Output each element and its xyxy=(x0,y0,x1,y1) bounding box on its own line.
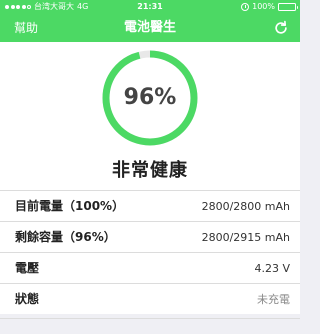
battery-percent: 100% xyxy=(252,2,275,11)
footer-area xyxy=(0,318,300,334)
detail-label: 剩餘容量（96%） xyxy=(15,230,116,244)
battery-percent-display: 96% xyxy=(123,85,177,110)
detail-row-voltage: 電壓 4.23 V xyxy=(0,252,300,283)
detail-value: 未充電 xyxy=(257,293,290,306)
battery-icon xyxy=(278,3,298,11)
detail-row-remaining-capacity: 剩餘容量（96%） 2800/2915 mAh xyxy=(0,221,300,252)
detail-value: 2800/2800 mAh xyxy=(201,200,290,213)
battery-summary: 96% 非常健康 xyxy=(0,42,300,190)
refresh-icon[interactable] xyxy=(272,19,290,37)
detail-row-current-charge: 目前電量（100%） 2800/2800 mAh xyxy=(0,190,300,221)
page-title: 電池醫生 xyxy=(123,20,176,35)
details-list: 目前電量（100%） 2800/2800 mAh 剩餘容量（96%） 2800/… xyxy=(0,190,300,314)
status-right: 100% xyxy=(241,0,298,14)
nav-bar: 幫助 電池醫生 xyxy=(0,14,300,42)
detail-value: 4.23 V xyxy=(254,262,290,275)
detail-label: 目前電量（100%） xyxy=(15,199,125,213)
top-bar: 台湾大哥大 4G 21:31 100% 幫助 電池醫生 xyxy=(0,0,300,42)
health-status: 非常健康 xyxy=(112,160,188,181)
detail-label: 狀態 xyxy=(15,292,40,306)
detail-value: 2800/2915 mAh xyxy=(201,231,290,244)
detail-label: 電壓 xyxy=(15,261,40,275)
detail-row-status: 狀態 未充電 xyxy=(0,283,300,314)
alarm-icon xyxy=(241,3,250,11)
status-bar: 台湾大哥大 4G 21:31 100% xyxy=(0,0,300,14)
